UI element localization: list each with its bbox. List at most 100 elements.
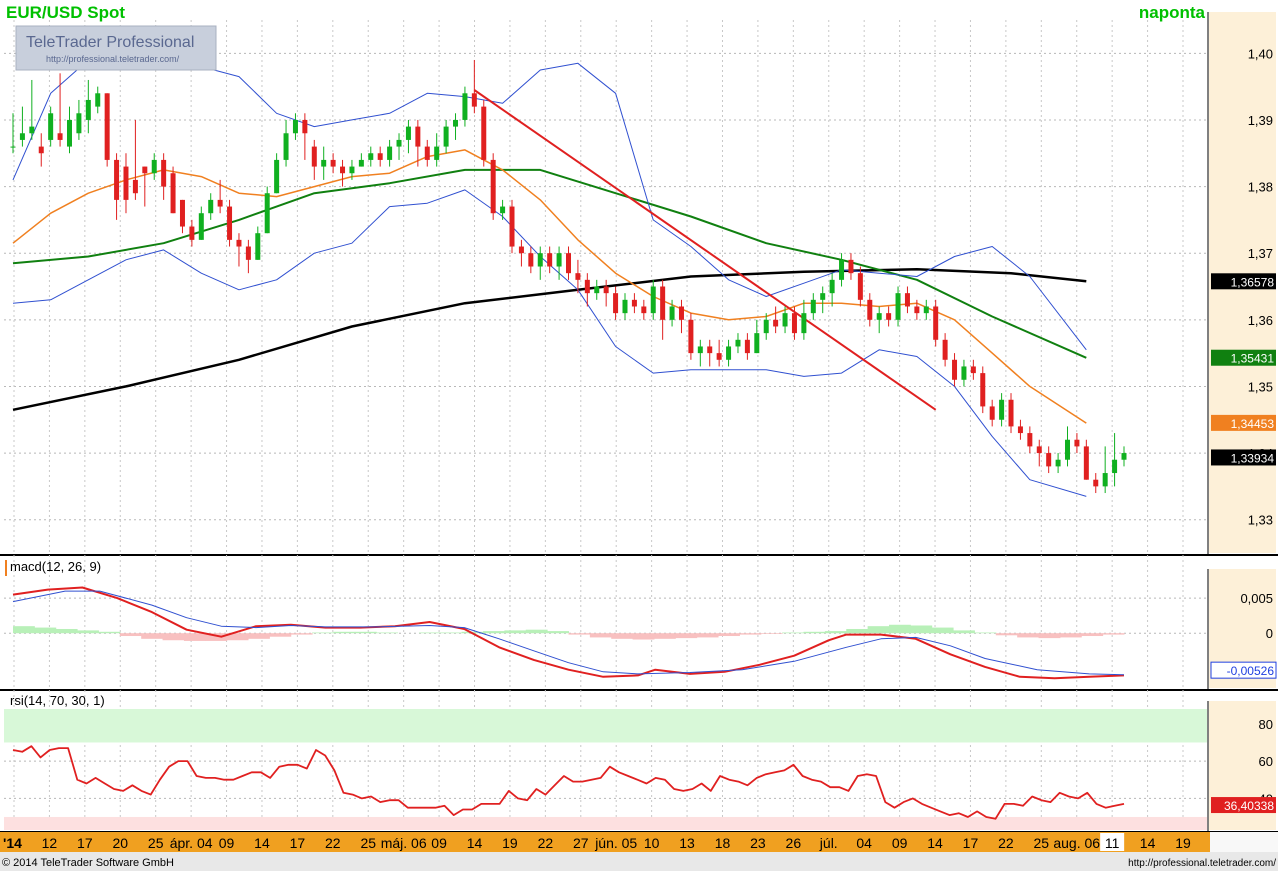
candle-body bbox=[57, 133, 63, 140]
candle-body bbox=[302, 119, 308, 134]
candle-body bbox=[1027, 433, 1033, 447]
candle-body bbox=[641, 306, 647, 314]
copyright: © 2014 TeleTrader Software GmbH bbox=[2, 857, 174, 869]
candle-body bbox=[462, 93, 468, 120]
macd-histogram-bar bbox=[632, 633, 655, 640]
candle-body bbox=[914, 306, 920, 314]
macd-histogram-bar bbox=[760, 633, 783, 634]
price-tag: 1,35431 bbox=[1211, 349, 1276, 366]
candle-body bbox=[952, 359, 958, 380]
x-tick-label: 19 bbox=[502, 835, 518, 851]
price-tag-text: 1,34453 bbox=[1231, 417, 1275, 431]
candle-body bbox=[857, 273, 863, 300]
price-tag-text: -0,00526 bbox=[1227, 664, 1275, 678]
candle-body bbox=[584, 279, 590, 294]
candle-body bbox=[179, 199, 185, 227]
candle-body bbox=[283, 133, 289, 160]
y-tick-label: 1,38 bbox=[1248, 180, 1273, 195]
y-tick-label: 0,005 bbox=[1240, 591, 1273, 606]
macd-histogram-bar bbox=[333, 631, 356, 634]
candle-body bbox=[358, 159, 364, 167]
x-tick-label: 14 bbox=[927, 835, 943, 851]
macd-histogram-bar bbox=[824, 631, 847, 634]
y-tick-label: 1,36 bbox=[1248, 313, 1273, 328]
candle-body bbox=[669, 306, 675, 320]
macd-histogram-bar bbox=[696, 633, 719, 638]
x-tick-label: aug. 06 bbox=[1053, 835, 1100, 851]
period-label: naponta bbox=[1139, 3, 1206, 22]
candle-body bbox=[904, 293, 910, 307]
candle-body bbox=[1083, 446, 1089, 480]
candle-body bbox=[820, 293, 826, 300]
y-tick-label: 1,37 bbox=[1248, 246, 1273, 261]
candle-body bbox=[1102, 473, 1108, 487]
line-trendline bbox=[473, 89, 937, 411]
macd-histogram-bar bbox=[675, 633, 698, 639]
candle-body bbox=[773, 319, 779, 327]
line-rsi bbox=[12, 745, 1125, 820]
x-tick-label: ápr. 04 bbox=[170, 835, 213, 851]
candle-body bbox=[292, 119, 298, 134]
candle-body bbox=[481, 106, 487, 160]
candle-body bbox=[613, 293, 619, 314]
x-tick-label: jún. 05 bbox=[594, 835, 637, 851]
x-tick-label: 27 bbox=[573, 835, 589, 851]
price-tag: 1,33934 bbox=[1211, 449, 1276, 466]
candle-body bbox=[942, 339, 948, 360]
candle-body bbox=[622, 299, 628, 314]
candle-body bbox=[575, 273, 581, 280]
candle-body bbox=[518, 246, 524, 254]
watermark-url: http://professional.teletrader.com/ bbox=[46, 54, 180, 64]
candle-body bbox=[471, 93, 477, 107]
candle-body bbox=[114, 159, 120, 200]
candle-body bbox=[970, 366, 976, 374]
candle-body bbox=[236, 239, 242, 247]
candle-body bbox=[744, 339, 750, 354]
footer-url[interactable]: http://professional.teletrader.com/ bbox=[1128, 858, 1276, 869]
candle-body bbox=[132, 179, 138, 194]
x-tick-label: máj. 06 bbox=[381, 835, 427, 851]
y-tick-label: 1,35 bbox=[1248, 379, 1273, 394]
candle-body bbox=[95, 93, 101, 107]
x-tick-label: 17 bbox=[963, 835, 979, 851]
macd-histogram-bar bbox=[55, 628, 78, 634]
candle-body bbox=[104, 93, 110, 160]
candle-body bbox=[264, 193, 270, 234]
x-tick-label: 25 bbox=[148, 835, 164, 851]
candle-body bbox=[434, 146, 440, 160]
candle-body bbox=[330, 159, 336, 167]
macd-histogram-bar bbox=[1081, 633, 1104, 637]
x-tick-label: 22 bbox=[538, 835, 554, 851]
line-bb_lower bbox=[12, 189, 1087, 497]
x-tick-label: 25 bbox=[360, 835, 376, 851]
macd-histogram-bar bbox=[888, 624, 911, 634]
candle-body bbox=[151, 159, 157, 174]
macd-histogram-bar bbox=[803, 631, 826, 634]
candle-body bbox=[85, 99, 91, 120]
candle-body bbox=[490, 159, 496, 214]
line-sma200 bbox=[12, 267, 1087, 412]
candle-body bbox=[142, 166, 148, 174]
macd-histogram-bar bbox=[376, 632, 399, 634]
candle-body bbox=[453, 119, 459, 127]
macd-histogram-bar bbox=[162, 633, 185, 641]
candle-body bbox=[961, 366, 967, 380]
footer-bg bbox=[0, 852, 1278, 871]
candle-body bbox=[660, 286, 666, 320]
candle-body bbox=[556, 253, 562, 267]
candle-body bbox=[1036, 446, 1042, 454]
macd-histogram-bar bbox=[547, 631, 569, 634]
price-tag-text: 1,36578 bbox=[1231, 275, 1275, 289]
candle-body bbox=[754, 333, 760, 354]
candle-body bbox=[801, 313, 807, 334]
candle-body bbox=[368, 153, 374, 160]
candle-body bbox=[48, 113, 54, 140]
macd-histogram-bar bbox=[782, 632, 805, 634]
candle-body bbox=[443, 126, 449, 147]
candle-body bbox=[255, 233, 261, 260]
candle-body bbox=[311, 146, 317, 167]
candle-body bbox=[528, 253, 534, 267]
rsi-title: rsi(14, 70, 30, 1) bbox=[10, 693, 105, 708]
price-tag: 1,34453 bbox=[1211, 414, 1276, 431]
macd-histogram-bar bbox=[653, 633, 676, 639]
